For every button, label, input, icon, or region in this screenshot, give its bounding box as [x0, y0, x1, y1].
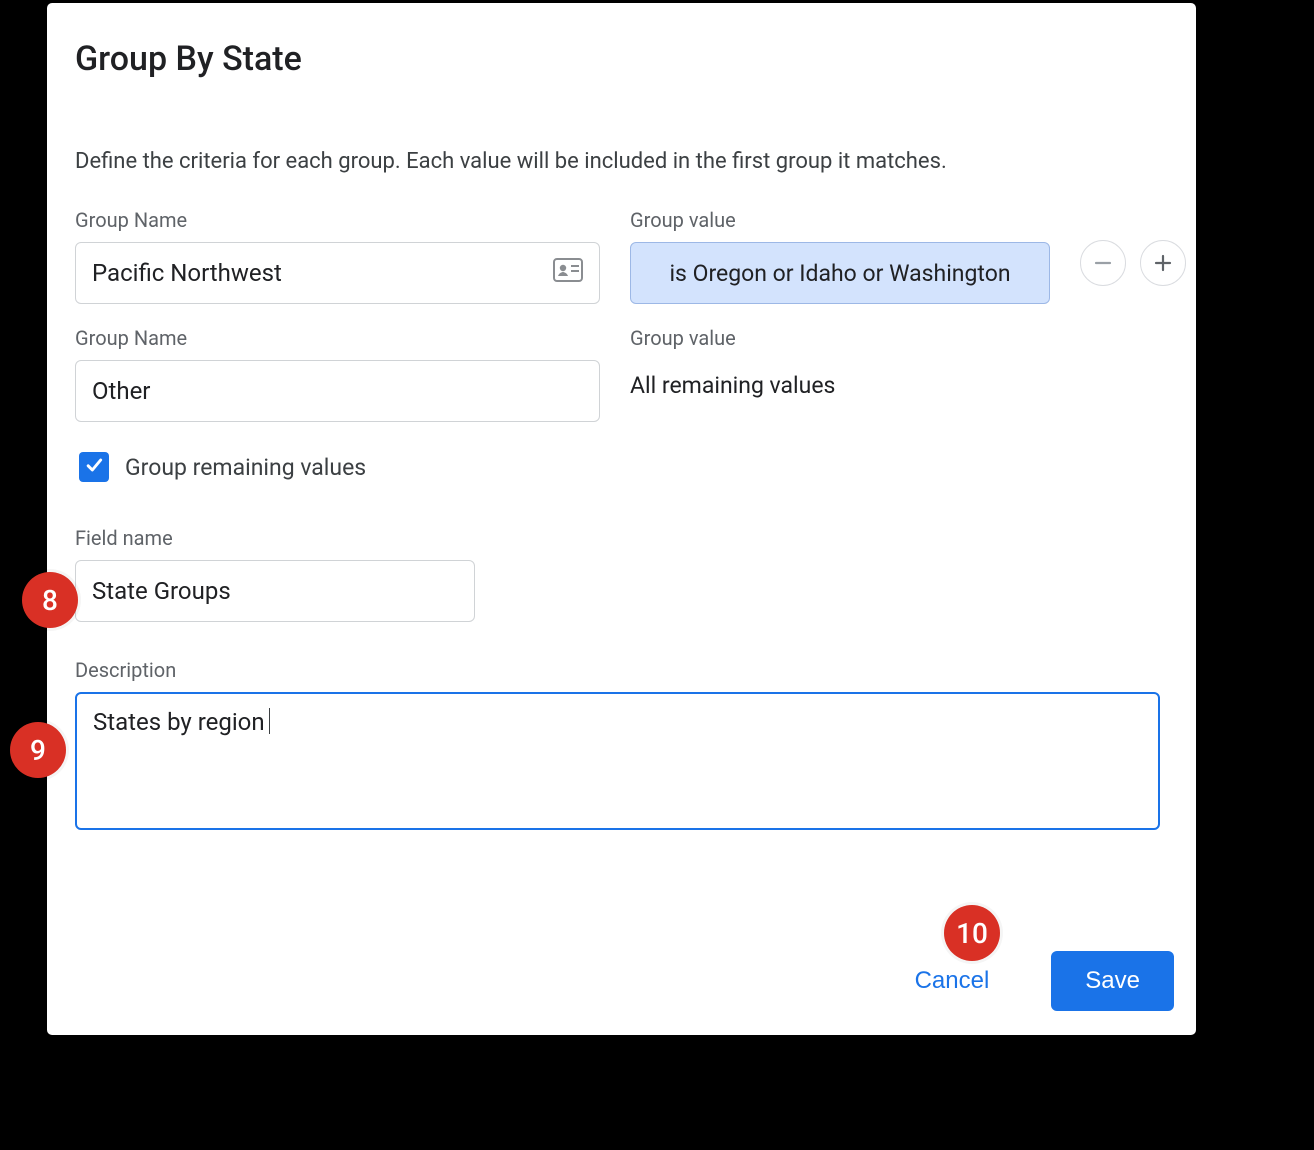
group-name-value: Other	[92, 377, 150, 405]
group-value-static: All remaining values	[630, 360, 1050, 399]
fieldname-value: State Groups	[92, 577, 231, 605]
remove-row-button[interactable]	[1080, 240, 1126, 286]
group-remaining-label: Group remaining values	[125, 454, 366, 481]
dialog-title: Group By State	[75, 39, 1196, 79]
minus-icon	[1093, 247, 1113, 280]
callout-8: 8	[22, 572, 78, 628]
add-row-button[interactable]	[1140, 240, 1186, 286]
group-name-input[interactable]: Other	[75, 360, 600, 422]
description-section: Description States by region	[75, 658, 1196, 830]
group-value-chip[interactable]: is Oregon or Idaho or Washington	[630, 242, 1050, 304]
plus-icon	[1153, 247, 1173, 280]
check-icon	[84, 455, 104, 479]
group-value-text: is Oregon or Idaho or Washington	[669, 260, 1010, 287]
group-name-label: Group Name	[75, 208, 600, 232]
fieldname-section: Field name State Groups	[75, 526, 1196, 622]
group-name-input[interactable]: Pacific Northwest	[75, 242, 600, 304]
dialog-subtitle: Define the criteria for each group. Each…	[75, 149, 1196, 174]
description-input[interactable]: States by region	[75, 692, 1160, 830]
group-row: Group Name Pacific Northwest Group value…	[75, 208, 1196, 304]
group-name-value: Pacific Northwest	[92, 259, 282, 287]
group-remaining-row: Group remaining values	[79, 452, 1196, 482]
group-by-dialog: Group By State Define the criteria for e…	[44, 0, 1199, 1038]
group-remaining-checkbox[interactable]	[79, 452, 109, 482]
fieldname-input[interactable]: State Groups	[75, 560, 475, 622]
save-button[interactable]: Save	[1051, 951, 1174, 1011]
group-value-label: Group value	[630, 208, 1050, 232]
dialog-footer: Cancel Save	[909, 951, 1174, 1011]
group-row: Group Name Other Group value All remaini…	[75, 326, 1196, 422]
description-label: Description	[75, 658, 1196, 682]
group-value-label: Group value	[630, 326, 1050, 350]
group-name-label: Group Name	[75, 326, 600, 350]
id-card-icon	[553, 258, 583, 288]
cancel-button[interactable]: Cancel	[909, 966, 996, 996]
callout-10: 10	[944, 905, 1000, 961]
description-value: States by region	[93, 708, 265, 736]
fieldname-label: Field name	[75, 526, 1196, 550]
callout-9: 9	[10, 722, 66, 778]
